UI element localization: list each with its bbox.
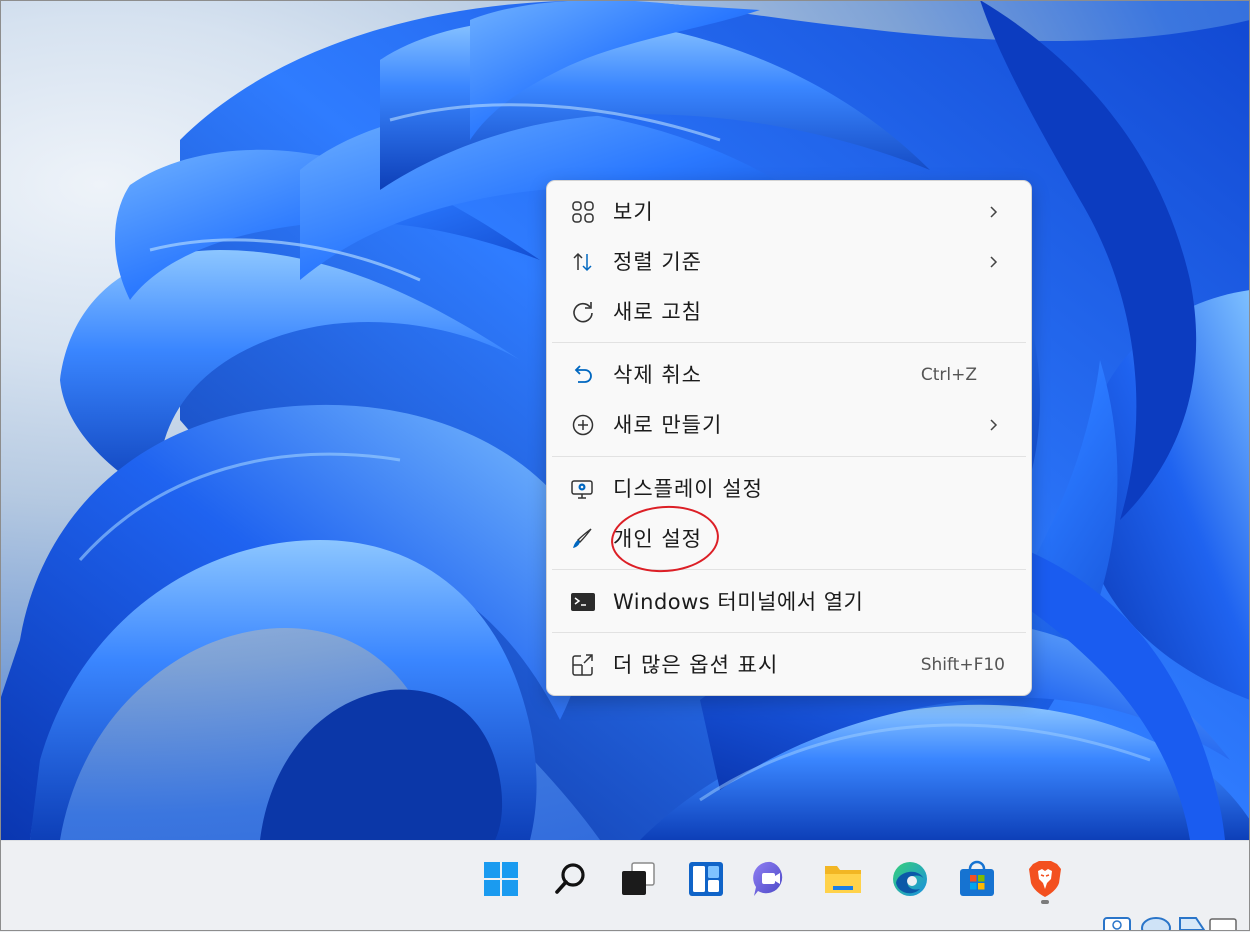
menu-item-sort-by[interactable]: 정렬 기준 bbox=[551, 239, 1027, 285]
chevron-right-icon bbox=[990, 419, 998, 431]
file-explorer-button[interactable] bbox=[821, 857, 865, 901]
teams-chat-icon bbox=[753, 861, 783, 896]
menu-item-shortcut: Shift+F10 bbox=[920, 655, 1005, 675]
task-view-button[interactable] bbox=[616, 857, 660, 901]
menu-separator bbox=[552, 569, 1026, 570]
menu-item-new[interactable]: 새로 만들기 bbox=[551, 402, 1027, 448]
menu-item-open-terminal[interactable]: Windows 터미널에서 열기 bbox=[551, 579, 1027, 625]
menu-item-label: 새로 만들기 bbox=[613, 413, 723, 437]
menu-separator bbox=[552, 342, 1026, 343]
view-grid-icon bbox=[572, 201, 594, 223]
menu-item-show-more-options[interactable]: 더 많은 옵션 표시 Shift+F10 bbox=[551, 642, 1027, 688]
display-settings-icon bbox=[571, 480, 593, 499]
menu-item-label: 디스플레이 설정 bbox=[613, 477, 763, 501]
menu-item-label: 정렬 기준 bbox=[613, 250, 702, 274]
widgets-icon bbox=[689, 862, 723, 896]
menu-item-view[interactable]: 보기 bbox=[551, 189, 1027, 235]
file-explorer-icon bbox=[825, 866, 861, 893]
chevron-right-icon bbox=[990, 256, 998, 268]
menu-item-label: 삭제 취소 bbox=[613, 363, 702, 387]
brush-icon bbox=[573, 528, 592, 548]
system-tray-icons bbox=[1103, 917, 1237, 931]
undo-icon bbox=[574, 365, 592, 383]
start-button[interactable] bbox=[479, 857, 523, 901]
store-button[interactable] bbox=[955, 857, 999, 901]
add-circle-icon bbox=[572, 414, 594, 436]
widgets-button[interactable] bbox=[684, 857, 728, 901]
chevron-right-icon bbox=[990, 206, 998, 218]
menu-item-label: 새로 고침 bbox=[613, 300, 702, 324]
menu-item-label: 보기 bbox=[613, 200, 654, 224]
brave-browser-button[interactable] bbox=[1023, 857, 1067, 901]
menu-item-shortcut: Ctrl+Z bbox=[920, 365, 977, 385]
brave-icon bbox=[1029, 861, 1061, 897]
edge-button[interactable] bbox=[888, 857, 932, 901]
menu-item-refresh[interactable]: 새로 고침 bbox=[551, 289, 1027, 335]
more-options-icon bbox=[572, 654, 593, 676]
store-icon bbox=[960, 860, 994, 896]
search-button[interactable] bbox=[549, 857, 593, 901]
menu-separator bbox=[552, 456, 1026, 457]
edge-icon bbox=[893, 862, 927, 896]
chat-button[interactable] bbox=[749, 857, 793, 901]
task-view-icon bbox=[622, 862, 655, 895]
start-icon bbox=[484, 862, 518, 896]
menu-item-label: 더 많은 옵션 표시 bbox=[613, 653, 779, 677]
menu-item-undo-delete[interactable]: 삭제 취소 Ctrl+Z bbox=[551, 352, 1027, 398]
menu-item-personalize[interactable]: 개인 설정 bbox=[551, 516, 1027, 562]
desktop-context-menu: 보기 정렬 기준 새로 고침 삭제 취소 Ctrl+Z 새로 만들기 디스플레이… bbox=[546, 180, 1032, 696]
menu-separator bbox=[552, 632, 1026, 633]
taskbar bbox=[0, 840, 1250, 932]
menu-item-label: 개인 설정 bbox=[613, 527, 702, 551]
menu-item-display-settings[interactable]: 디스플레이 설정 bbox=[551, 466, 1027, 512]
menu-item-label: Windows 터미널에서 열기 bbox=[613, 590, 864, 614]
sort-arrows-icon bbox=[573, 252, 592, 272]
refresh-icon bbox=[573, 302, 593, 323]
terminal-icon bbox=[571, 593, 595, 611]
search-icon bbox=[555, 863, 585, 894]
active-app-indicator bbox=[1041, 900, 1049, 904]
